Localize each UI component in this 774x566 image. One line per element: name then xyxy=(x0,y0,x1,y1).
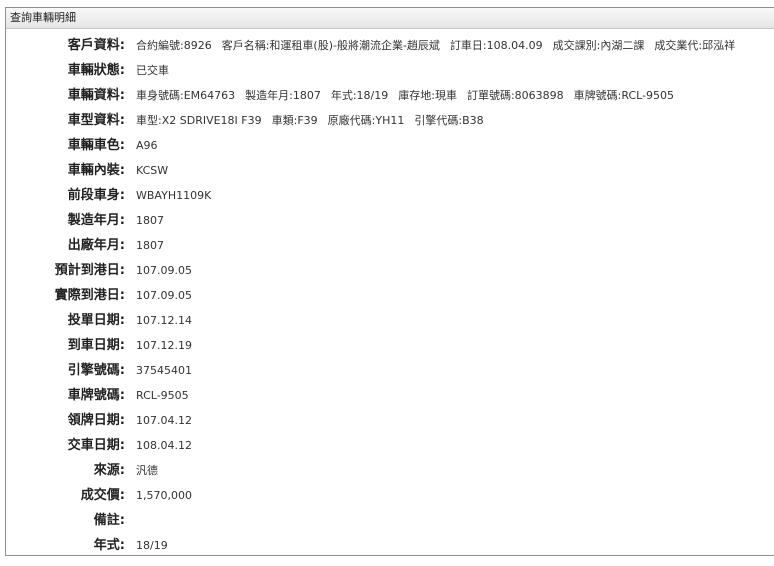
field-value-segment: 引擎代碼:B38 xyxy=(414,114,484,127)
field-label: 車輛資料: xyxy=(67,88,125,103)
field-value-segment: 108.04.12 xyxy=(136,439,192,452)
field-value-segment: 製造年月:1807 xyxy=(245,89,321,102)
field-value-segment: 18/19 xyxy=(136,539,168,552)
field-value: 汎德 xyxy=(136,458,168,483)
field-value-segment: 車類:F39 xyxy=(271,114,318,127)
panel-title: 查詢車輛明細 xyxy=(6,8,774,29)
field-value-segment: 客戶名稱:和運租車(股)-般將潮流企業-趙辰斌 xyxy=(221,39,440,52)
field-value: 37545401 xyxy=(136,358,202,383)
field-value-segment: KCSW xyxy=(136,164,169,177)
field-value: 108.04.12 xyxy=(136,433,202,458)
field-value-segment: 107.12.19 xyxy=(136,339,192,352)
field-value-segment: 年式:18/19 xyxy=(330,89,389,102)
field-label: 領牌日期: xyxy=(67,413,125,428)
field-label: 實際到港日: xyxy=(54,288,125,303)
field-value xyxy=(136,508,146,533)
field-value: 107.09.05 xyxy=(136,283,202,308)
field-value-segment: 107.12.14 xyxy=(136,314,192,327)
field-value-segment: A96 xyxy=(136,139,158,152)
field-value: 18/19 xyxy=(136,533,178,555)
field-value: 合約編號:8926 客戶名稱:和運租車(股)-般將潮流企業-趙辰斌 訂車日:108.… xyxy=(136,33,745,58)
field-value-segment: 庫存地:現車 xyxy=(398,89,457,102)
detail-row: 預計到港日: 107.09.05 xyxy=(6,258,774,283)
field-label: 出廠年月: xyxy=(67,238,125,253)
detail-rows: 客戶資料: 合約編號:8926 客戶名稱:和運租車(股)-般將潮流企業-趙辰斌 訂車日… xyxy=(6,33,774,555)
detail-row: 車牌號碼: RCL-9505 xyxy=(6,383,774,408)
detail-row: 備註: xyxy=(6,508,774,533)
field-label: 車輛內裝: xyxy=(67,163,125,178)
detail-row: 車輛車色: A96 xyxy=(6,133,774,158)
field-value-segment: 107.04.12 xyxy=(136,414,192,427)
field-label: 製造年月: xyxy=(67,213,125,228)
field-value: RCL-9505 xyxy=(136,383,199,408)
field-label: 前段車身: xyxy=(67,188,125,203)
field-value-segment: 車型:X2 SDRIVE18I F39 xyxy=(136,114,262,127)
field-value-segment: 成交課別:內湖二課 xyxy=(552,39,645,52)
detail-row: 實際到港日: 107.09.05 xyxy=(6,283,774,308)
field-value: 107.12.14 xyxy=(136,308,202,333)
detail-row: 車輛資料: 車身號碼:EM64763 製造年月:1807 年式:18/19 庫存地:現車… xyxy=(6,83,774,108)
field-value-segment: 已交車 xyxy=(136,64,169,77)
field-label: 車輛狀態: xyxy=(67,63,125,78)
field-value: 107.12.19 xyxy=(136,333,202,358)
field-label: 車型資料: xyxy=(67,113,125,128)
field-label: 來源: xyxy=(93,463,125,478)
field-value: 車型:X2 SDRIVE18I F39 車類:F39 原廠代碼:YH11 引擎代碼:B… xyxy=(136,108,494,133)
field-value-segment: 107.09.05 xyxy=(136,264,192,277)
field-label: 投單日期: xyxy=(67,313,125,328)
detail-row: 車輛狀態: 已交車 xyxy=(6,58,774,83)
field-value: WBAYH1109K xyxy=(136,183,221,208)
field-value-segment: 車身號碼:EM64763 xyxy=(136,89,236,102)
detail-row: 前段車身: WBAYH1109K xyxy=(6,183,774,208)
field-value-segment: RCL-9505 xyxy=(136,389,189,402)
field-value: A96 xyxy=(136,133,168,158)
field-label: 交車日期: xyxy=(67,438,125,453)
field-value: 車身號碼:EM64763 製造年月:1807 年式:18/19 庫存地:現車 訂單號碼:… xyxy=(136,83,684,108)
detail-row: 製造年月: 1807 xyxy=(6,208,774,233)
field-label: 到車日期: xyxy=(67,338,125,353)
field-value-segment: 訂單號碼:8063898 xyxy=(466,89,564,102)
field-label: 成交價: xyxy=(80,488,125,503)
field-label: 引擎號碼: xyxy=(67,363,125,378)
field-label: 車輛車色: xyxy=(67,138,125,153)
field-label: 預計到港日: xyxy=(54,263,125,278)
detail-row: 車型資料: 車型:X2 SDRIVE18I F39 車類:F39 原廠代碼:YH11 引… xyxy=(6,108,774,133)
detail-row: 年式: 18/19 xyxy=(6,533,774,555)
detail-row: 領牌日期: 107.04.12 xyxy=(6,408,774,433)
field-value-segment: 1,570,000 xyxy=(136,489,192,502)
detail-row: 車輛內裝: KCSW xyxy=(6,158,774,183)
field-label: 備註: xyxy=(93,513,125,528)
detail-row: 引擎號碼: 37545401 xyxy=(6,358,774,383)
detail-row: 出廠年月: 1807 xyxy=(6,233,774,258)
detail-row: 交車日期: 108.04.12 xyxy=(6,433,774,458)
field-value: 已交車 xyxy=(136,58,179,83)
detail-row: 來源: 汎德 xyxy=(6,458,774,483)
field-value-segment: 車牌號碼:RCL-9505 xyxy=(573,89,675,102)
field-value: 107.04.12 xyxy=(136,408,202,433)
detail-row: 成交價: 1,570,000 xyxy=(6,483,774,508)
detail-row: 投單日期: 107.12.14 xyxy=(6,308,774,333)
detail-row: 客戶資料: 合約編號:8926 客戶名稱:和運租車(股)-般將潮流企業-趙辰斌 訂車日… xyxy=(6,33,774,58)
field-value-segment: 37545401 xyxy=(136,364,192,377)
field-label: 車牌號碼: xyxy=(67,388,125,403)
field-value-segment: 訂車日:108.04.09 xyxy=(449,39,543,52)
field-value-segment: 1807 xyxy=(136,239,164,252)
field-value-segment: 原廠代碼:YH11 xyxy=(327,114,405,127)
field-value: 1,570,000 xyxy=(136,483,202,508)
field-label: 年式: xyxy=(93,538,125,553)
vehicle-detail-panel: 查詢車輛明細 客戶資料: 合約編號:8926 客戶名稱:和運租車(股)-般將潮流企業… xyxy=(5,7,774,556)
field-value-segment: 1807 xyxy=(136,214,164,227)
field-value: 1807 xyxy=(136,208,174,233)
field-value: 107.09.05 xyxy=(136,258,202,283)
field-label: 客戶資料: xyxy=(67,38,125,53)
detail-row: 到車日期: 107.12.19 xyxy=(6,333,774,358)
field-value-segment: 成交業代:邱泓祥 xyxy=(654,39,736,52)
field-value-segment: 107.09.05 xyxy=(136,289,192,302)
field-value-segment: 合約編號:8926 xyxy=(136,39,212,52)
field-value-segment: 汎德 xyxy=(136,464,158,477)
field-value: KCSW xyxy=(136,158,178,183)
field-value: 1807 xyxy=(136,233,174,258)
field-value-segment: WBAYH1109K xyxy=(136,189,212,202)
